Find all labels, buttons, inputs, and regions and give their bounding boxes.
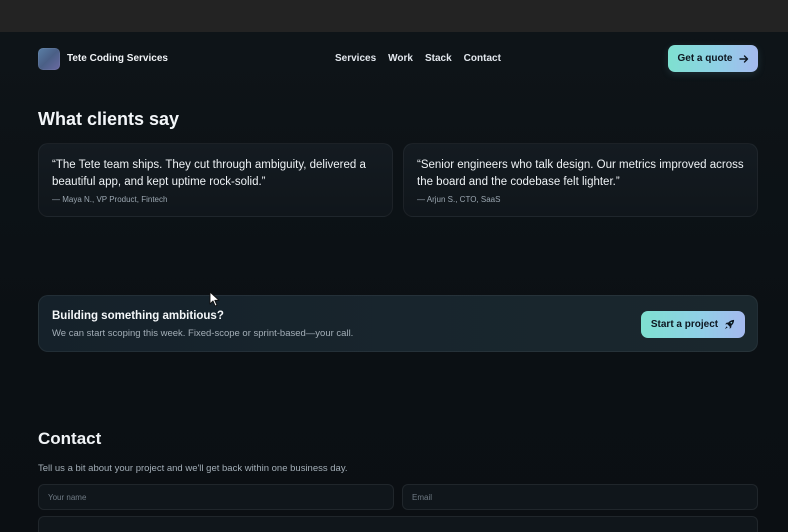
email-field[interactable] <box>402 484 758 510</box>
get-quote-button[interactable]: Get a quote <box>668 45 758 72</box>
cta-subtitle: We can start scoping this week. Fixed-sc… <box>52 328 354 339</box>
testimonial-author: — Arjun S., CTO, SaaS <box>417 195 501 204</box>
message-field[interactable] <box>38 516 758 532</box>
nav-link-services[interactable]: Services <box>335 53 376 64</box>
contact-title: Contact <box>38 429 102 448</box>
testimonial-quote: “Senior engineers who talk design. Our m… <box>417 159 744 188</box>
cta-banner: Building something ambitious? We can sta… <box>38 295 758 352</box>
start-project-label: Start a project <box>650 319 719 330</box>
name-field[interactable] <box>38 484 394 510</box>
arrow-right-icon <box>738 54 748 63</box>
nav-link-stack[interactable]: Stack <box>425 53 452 64</box>
top-nav: Tete Coding Services Services Work Stack… <box>38 45 758 72</box>
start-project-button[interactable]: Start a project <box>641 311 745 338</box>
cta-title: Building something ambitious? <box>52 310 224 322</box>
brand-name[interactable]: Tete Coding Services <box>67 53 168 64</box>
rocket-icon <box>725 319 735 330</box>
contact-subtitle: Tell us a bit about your project and we'… <box>38 463 348 474</box>
nav-link-contact[interactable]: Contact <box>464 53 501 64</box>
testimonial-card: “The Tete team ships. They cut through a… <box>38 143 393 217</box>
brand-logo[interactable] <box>38 48 60 70</box>
testimonial-quote: “The Tete team ships. They cut through a… <box>52 159 366 188</box>
testimonial-card: “Senior engineers who talk design. Our m… <box>403 143 758 217</box>
testimonials-title: What clients say <box>38 109 180 129</box>
browser-top-bar <box>0 0 788 32</box>
page <box>0 32 788 532</box>
nav-links: Services Work Stack Contact <box>335 53 501 64</box>
get-quote-label: Get a quote <box>677 53 733 64</box>
testimonial-author: — Maya N., VP Product, Fintech <box>52 195 168 204</box>
mouse-cursor-icon <box>209 291 220 307</box>
nav-link-work[interactable]: Work <box>388 53 413 64</box>
